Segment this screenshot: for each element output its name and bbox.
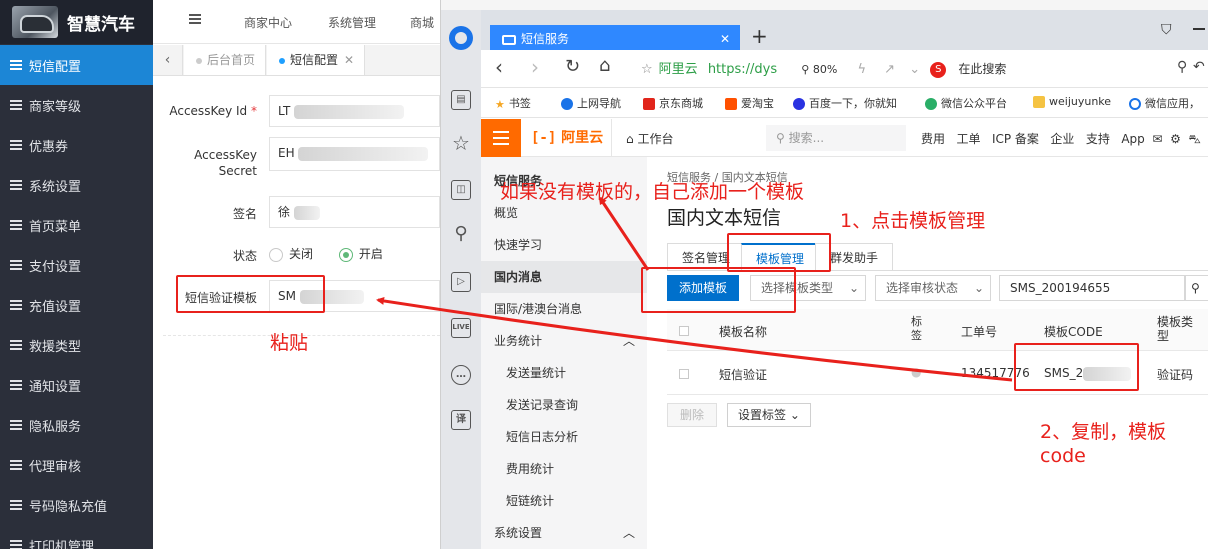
annotation-arrows xyxy=(376,196,1013,382)
annotation-paste: 粘贴 xyxy=(270,332,309,354)
annotation-step2: 2、复制，模板 code xyxy=(1040,421,1167,467)
annotation-step1: 1、点击模板管理 xyxy=(840,210,986,232)
arrow-to-note xyxy=(598,196,650,271)
arrow-to-template-field xyxy=(376,296,1013,382)
annotation-no-template: 如果没有模板的，自己添加一个模板 xyxy=(500,181,805,203)
